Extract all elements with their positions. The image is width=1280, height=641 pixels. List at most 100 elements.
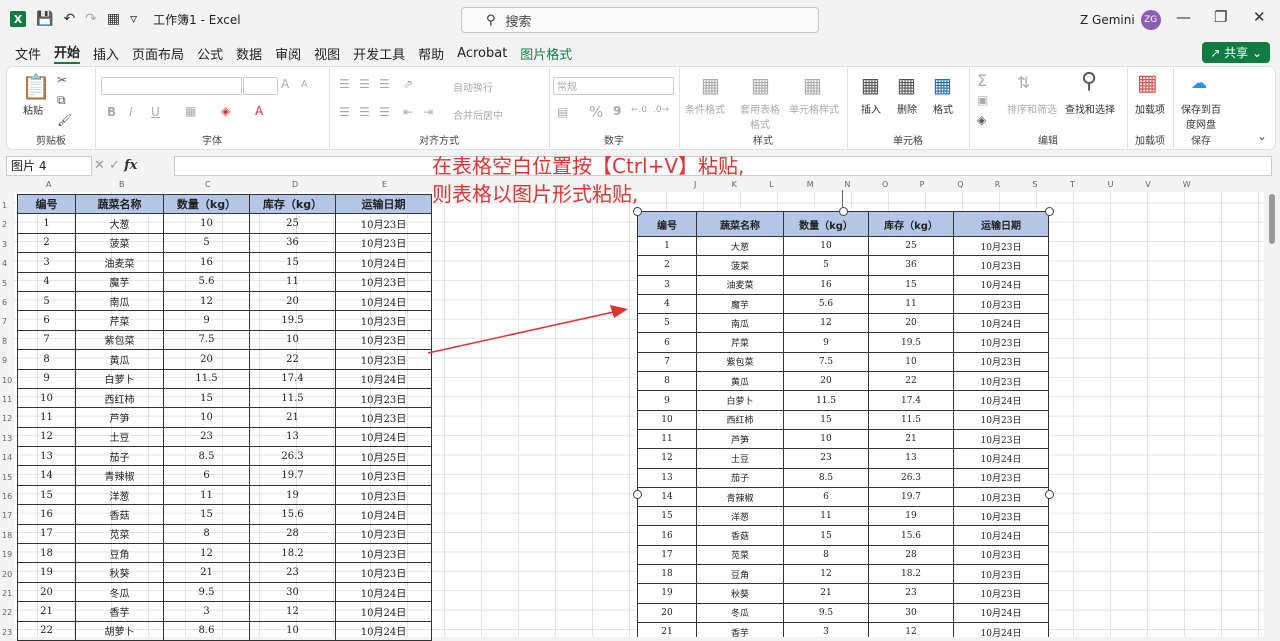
table-cell[interactable]: 紫包菜 — [696, 351, 784, 373]
table-cell[interactable]: 21 — [783, 583, 869, 604]
table-cell[interactable]: 油麦菜 — [696, 274, 784, 295]
table-cell[interactable]: 8 — [783, 544, 869, 566]
table-cell[interactable]: 19 — [637, 583, 697, 604]
table-cell[interactable]: 11 — [868, 293, 954, 315]
table-cell[interactable]: 10月23日 — [953, 371, 1049, 392]
table-cell[interactable]: 豆角 — [696, 564, 784, 585]
table-cell[interactable]: 冬瓜 — [696, 602, 784, 623]
resize-handle-right[interactable] — [1045, 490, 1054, 499]
table-cell[interactable]: 10月24日 — [953, 390, 1049, 411]
table-cell[interactable]: 15 — [783, 525, 869, 546]
table-cell[interactable]: 21 — [868, 428, 954, 450]
table-header[interactable]: 数量（kg） — [783, 211, 869, 237]
table-cell[interactable]: 10月23日 — [953, 467, 1049, 488]
table-cell[interactable]: 19 — [868, 506, 954, 527]
table-cell[interactable]: 10月23日 — [953, 332, 1049, 353]
table-cell[interactable]: 香芋 — [696, 621, 784, 637]
table-cell[interactable]: 8.5 — [783, 467, 869, 488]
table-cell[interactable]: 25 — [868, 235, 954, 257]
table-cell[interactable]: 魔芋 — [696, 293, 784, 315]
table-cell[interactable]: 15.6 — [868, 525, 954, 546]
table-cell[interactable]: 5 — [783, 255, 869, 276]
table-cell[interactable]: 6 — [637, 332, 697, 353]
table-cell[interactable]: 13 — [868, 448, 954, 469]
table-cell[interactable]: 10月23日 — [953, 564, 1049, 585]
table-cell[interactable]: 7 — [637, 351, 697, 373]
table-cell[interactable]: 12 — [868, 621, 954, 637]
table-cell[interactable]: 茄子 — [696, 467, 784, 488]
table-cell[interactable]: 13 — [637, 467, 697, 488]
table-cell[interactable]: 芹菜 — [696, 332, 784, 353]
table-cell[interactable]: 22 — [868, 371, 954, 392]
table-cell[interactable]: 大葱 — [696, 235, 784, 257]
table-cell[interactable]: 10月24日 — [953, 602, 1049, 623]
table-cell[interactable]: 10 — [637, 409, 697, 430]
table-cell[interactable]: 9.5 — [783, 602, 869, 623]
table-cell[interactable]: 10月23日 — [953, 351, 1049, 373]
table-cell[interactable]: 1 — [637, 235, 697, 257]
table-cell[interactable]: 15 — [868, 274, 954, 295]
table-cell[interactable]: 14 — [637, 486, 697, 508]
table-cell[interactable]: 10月23日 — [953, 583, 1049, 604]
table-cell[interactable]: 15 — [783, 409, 869, 430]
table-cell[interactable]: 10月23日 — [953, 544, 1049, 566]
table-cell[interactable]: 10月24日 — [953, 621, 1049, 637]
table-cell[interactable]: 16 — [783, 274, 869, 295]
table-cell[interactable]: 15 — [637, 506, 697, 527]
scrollbar-thumb[interactable] — [1269, 194, 1275, 244]
table-cell[interactable]: 青辣椒 — [696, 486, 784, 508]
table-cell[interactable]: 10月23日 — [953, 293, 1049, 315]
table-cell[interactable]: 36 — [868, 255, 954, 276]
table-cell[interactable]: 南瓜 — [696, 313, 784, 334]
table-cell[interactable]: 11 — [637, 428, 697, 450]
table-cell[interactable]: 2 — [637, 255, 697, 276]
table-cell[interactable]: 21 — [637, 621, 697, 637]
table-cell[interactable]: 10月23日 — [953, 506, 1049, 527]
table-cell[interactable]: 白萝卜 — [696, 390, 784, 411]
table-cell[interactable]: 11 — [783, 506, 869, 527]
table-cell[interactable]: 16 — [637, 525, 697, 546]
table-cell[interactable]: 3 — [637, 274, 697, 295]
table-cell[interactable]: 23 — [783, 448, 869, 469]
table-header[interactable]: 运输日期 — [953, 211, 1049, 237]
table-cell[interactable]: 12 — [783, 313, 869, 334]
table-cell[interactable]: 20 — [783, 371, 869, 392]
table-cell[interactable]: 10月23日 — [953, 486, 1049, 508]
table-cell[interactable]: 10 — [783, 235, 869, 257]
table-cell[interactable]: 19.5 — [868, 332, 954, 353]
table-cell[interactable]: 30 — [868, 602, 954, 623]
table-cell[interactable]: 3 — [783, 621, 869, 637]
table-cell[interactable]: 香菇 — [696, 525, 784, 546]
table-cell[interactable]: 23 — [868, 583, 954, 604]
table-cell[interactable]: 10月23日 — [953, 409, 1049, 430]
table-cell[interactable]: 5.6 — [783, 293, 869, 315]
table-cell[interactable]: 9 — [637, 390, 697, 411]
table-cell[interactable]: 6 — [783, 486, 869, 508]
table-cell[interactable]: 芦笋 — [696, 428, 784, 450]
table-cell[interactable]: 秋葵 — [696, 583, 784, 604]
resize-handle-top-right[interactable] — [1045, 207, 1054, 216]
table-cell[interactable]: 4 — [637, 293, 697, 315]
table-header[interactable]: 蔬菜名称 — [696, 211, 784, 237]
table-cell[interactable]: 18 — [637, 564, 697, 585]
resize-handle-left[interactable] — [633, 490, 642, 499]
table-cell[interactable]: 8 — [637, 371, 697, 392]
table-cell[interactable]: 黄瓜 — [696, 371, 784, 392]
table-cell[interactable]: 10月24日 — [953, 525, 1049, 546]
table-cell[interactable]: 11.5 — [868, 409, 954, 430]
table-cell[interactable]: 10月23日 — [953, 255, 1049, 276]
table-cell[interactable]: 17 — [637, 544, 697, 566]
table-header[interactable]: 编号 — [637, 211, 697, 237]
table-cell[interactable]: 10月24日 — [953, 448, 1049, 469]
table-cell[interactable]: 20 — [637, 602, 697, 623]
table-cell[interactable]: 10月23日 — [953, 235, 1049, 257]
table-cell[interactable]: 17.4 — [868, 390, 954, 411]
table-cell[interactable]: 西红柿 — [696, 409, 784, 430]
table-cell[interactable]: 10月23日 — [953, 428, 1049, 450]
table-cell[interactable]: 26.3 — [868, 467, 954, 488]
table-cell[interactable]: 18.2 — [868, 564, 954, 585]
vertical-scrollbar[interactable] — [1264, 180, 1280, 637]
table-cell[interactable]: 7.5 — [783, 351, 869, 373]
table-cell[interactable]: 9 — [783, 332, 869, 353]
table-cell[interactable]: 12 — [637, 448, 697, 469]
